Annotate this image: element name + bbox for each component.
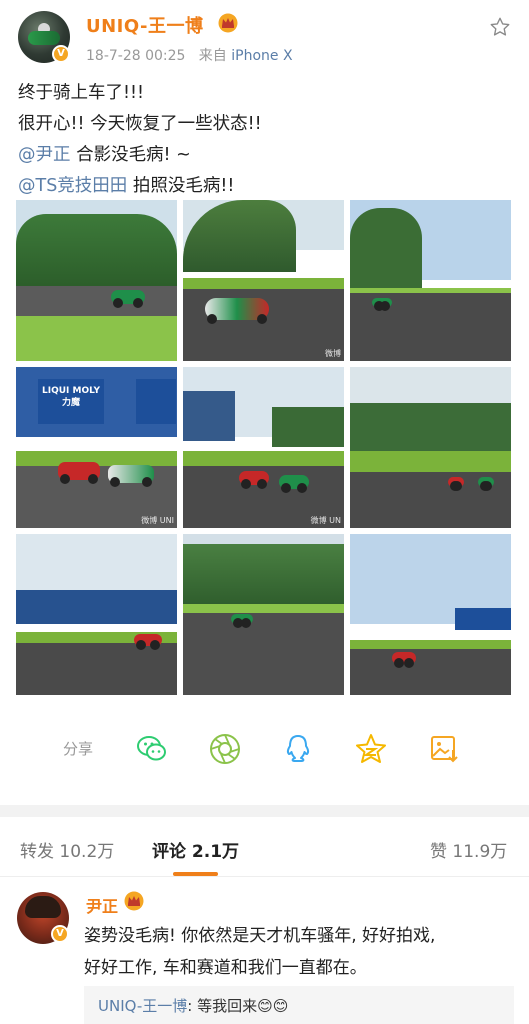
post-source[interactable]: iPhone X bbox=[231, 48, 292, 64]
section-divider bbox=[0, 805, 529, 817]
photo-grid: 微博 LIQUI MOLY 力魔 微博 UNI 微博 UN bbox=[16, 200, 512, 696]
verified-badge: V bbox=[51, 925, 69, 943]
billboard: LIQUI MOLY 力魔 bbox=[38, 379, 104, 424]
post-line-2: 很开心!! 今天恢复了一些状态!! bbox=[18, 114, 262, 134]
qzone-icon[interactable] bbox=[354, 732, 388, 766]
mention-link[interactable]: @尹正 bbox=[18, 145, 71, 165]
tab-comments-count: 2.1万 bbox=[191, 842, 240, 862]
post-username[interactable]: UNIQ-王一博 bbox=[86, 12, 203, 38]
post-line-4: @TS竞技田田 拍照没毛病!! bbox=[18, 171, 518, 202]
tab-comments[interactable]: 评论 2.1万 bbox=[152, 837, 239, 862]
photo-watermark: 微博 UNI bbox=[141, 516, 174, 525]
post-header: V UNIQ-王一博 18-7-28 00:25 来自 iPhone X bbox=[0, 0, 529, 70]
wechat-icon[interactable] bbox=[135, 732, 169, 766]
photo-1[interactable] bbox=[16, 200, 177, 361]
favorite-star-icon[interactable] bbox=[489, 16, 511, 38]
tab-comments-label: 评论 bbox=[152, 842, 186, 862]
active-tab-indicator bbox=[173, 872, 218, 876]
photo-watermark: 微博 bbox=[325, 349, 341, 358]
comment-text: 姿势没毛病! 你依然是天才机车骚年, 好好拍戏, 好好工作, 车和赛道和我们一直… bbox=[84, 920, 514, 984]
photo-9[interactable] bbox=[350, 534, 511, 695]
post-time: 18-7-28 00:25 bbox=[86, 48, 186, 64]
mention-text: 拍照没毛病!! bbox=[127, 176, 235, 196]
moments-icon[interactable] bbox=[208, 732, 242, 766]
photo-6[interactable] bbox=[350, 367, 511, 528]
tab-repost-count: 10.2万 bbox=[59, 842, 115, 862]
avatar-bike bbox=[28, 31, 60, 45]
photo-7[interactable] bbox=[16, 534, 177, 695]
post-meta: 18-7-28 00:25 来自 iPhone X bbox=[86, 45, 293, 65]
reply-text: : 等我回来😊😊 bbox=[187, 997, 289, 1015]
reply-username[interactable]: UNIQ-王一博 bbox=[98, 997, 187, 1015]
crown-icon bbox=[124, 891, 144, 911]
tab-repost[interactable]: 转发 10.2万 bbox=[20, 837, 114, 862]
crown-icon bbox=[218, 13, 238, 33]
share-bar: 分享 bbox=[0, 722, 529, 776]
photo-watermark: 微博 UN bbox=[310, 516, 341, 525]
photo-4[interactable]: LIQUI MOLY 力魔 微博 UNI bbox=[16, 367, 177, 528]
post-line-1: 终于骑上车了!!! bbox=[18, 83, 145, 103]
mention-link[interactable]: @TS竞技田田 bbox=[18, 176, 127, 196]
comment-line-1: 姿势没毛病! 你依然是天才机车骚年, 好好拍戏, bbox=[84, 926, 436, 946]
comment-reply[interactable]: UNIQ-王一博: 等我回来😊😊 bbox=[84, 986, 514, 1024]
photo-5[interactable]: 微博 UN bbox=[183, 367, 344, 528]
photo-2[interactable]: 微博 bbox=[183, 200, 344, 361]
avatar-hair bbox=[25, 896, 61, 918]
comment-line-2: 好好工作, 车和赛道和我们一直都在。 bbox=[84, 958, 367, 978]
post-line-3: @尹正 合影没毛病! ~ bbox=[18, 140, 518, 171]
comment-item: V 尹正 姿势没毛病! 你依然是天才机车骚年, 好好拍戏, 好好工作, 车和赛道… bbox=[0, 880, 529, 1024]
save-image-icon[interactable] bbox=[427, 732, 461, 766]
interaction-tabs: 转发 10.2万 评论 2.1万 赞 11.9万 bbox=[0, 817, 529, 877]
comment-username[interactable]: 尹正 bbox=[86, 893, 118, 917]
share-label: 分享 bbox=[63, 740, 94, 758]
tab-likes-count: 11.9万 bbox=[452, 842, 508, 862]
tab-repost-label: 转发 bbox=[20, 842, 54, 862]
source-prefix: 来自 bbox=[198, 48, 227, 64]
photo-3[interactable] bbox=[350, 200, 511, 361]
verified-badge: V bbox=[52, 45, 70, 63]
mention-text: 合影没毛病! ~ bbox=[70, 145, 191, 165]
qq-icon[interactable] bbox=[281, 732, 315, 766]
tab-likes[interactable]: 赞 11.9万 bbox=[430, 837, 507, 862]
post-text: 终于骑上车了!!! 很开心!! 今天恢复了一些状态!! @尹正 合影没毛病! ~… bbox=[18, 78, 518, 202]
photo-8[interactable] bbox=[183, 534, 344, 695]
tab-likes-label: 赞 bbox=[430, 842, 447, 862]
